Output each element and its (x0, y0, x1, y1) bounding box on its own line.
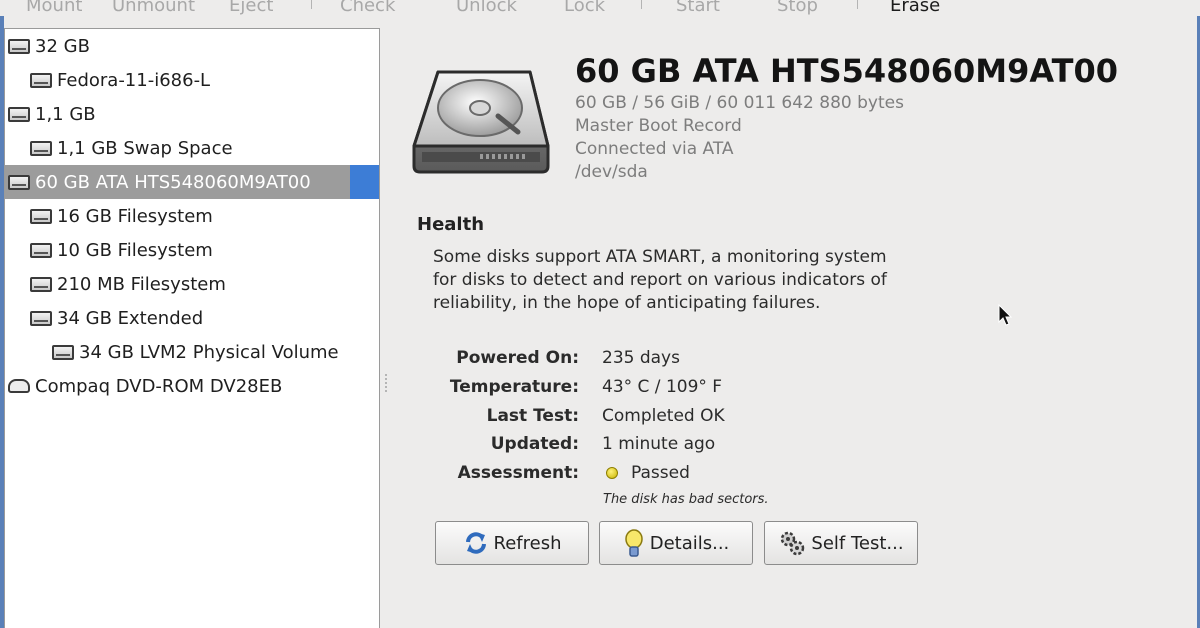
tree-item-34gb-extended[interactable]: 34 GB Extended (5, 301, 379, 335)
powered-on-label: Powered On: (456, 348, 579, 368)
tree-item-210mb-filesystem[interactable]: 210 MB Filesystem (5, 267, 379, 301)
health-heading: Health (417, 214, 485, 235)
refresh-button-label: Refresh (493, 532, 562, 554)
disk-connection: Connected via ATA (575, 139, 734, 159)
hard-disk-icon (412, 70, 550, 174)
tree-item-10gb-filesystem[interactable]: 10 GB Filesystem (5, 233, 379, 267)
optical-drive-icon (8, 379, 30, 393)
disk-partitioning: Master Boot Record (575, 116, 742, 136)
last-test-value: Completed OK (602, 406, 725, 426)
tree-item-16gb-filesystem[interactable]: 16 GB Filesystem (5, 199, 379, 233)
drive-icon (30, 140, 52, 156)
tree-item-32gb[interactable]: 32 GB (5, 29, 379, 63)
tree-item-label: 32 GB (35, 35, 90, 57)
tree-item-label: Compaq DVD-ROM DV28EB (35, 375, 283, 397)
tree-item-1-1gb[interactable]: 1,1 GB (5, 97, 379, 131)
assessment-value: Passed (631, 463, 690, 483)
eject-button[interactable]: Eject (229, 0, 273, 16)
mouse-pointer-icon (998, 304, 1013, 326)
toolbar-separator (857, 0, 858, 9)
smart-details-icon (623, 528, 645, 558)
tree-item-lvm2-volume[interactable]: 34 GB LVM2 Physical Volume (5, 335, 379, 369)
tree-item-label: 16 GB Filesystem (57, 205, 213, 227)
tree-item-label: 34 GB LVM2 Physical Volume (79, 341, 339, 363)
check-button[interactable]: Check (340, 0, 395, 16)
tree-item-label: 34 GB Extended (57, 307, 204, 329)
stop-button[interactable]: Stop (777, 0, 818, 16)
tree-item-label: 1,1 GB (35, 103, 96, 125)
storage-device-tree[interactable]: 32 GB Fedora-11-i686-L 1,1 GB 1,1 GB Swa… (4, 28, 380, 628)
gears-icon (778, 529, 806, 557)
updated-label: Updated: (490, 434, 579, 454)
unmount-button[interactable]: Unmount (112, 0, 195, 16)
temperature-label: Temperature: (449, 377, 579, 397)
temperature-value: 43° C / 109° F (602, 377, 723, 397)
refresh-icon (463, 531, 489, 555)
details-button[interactable]: Details... (599, 521, 753, 565)
assessment-label: Assessment: (457, 463, 579, 483)
drive-icon (8, 38, 30, 54)
health-description: Some disks support ATA SMART, a monitori… (433, 247, 887, 313)
drive-icon (30, 72, 52, 88)
tree-item-60gb-ata-disk[interactable]: 60 GB ATA HTS548060M9AT00 (5, 165, 350, 199)
tree-item-swap-space[interactable]: 1,1 GB Swap Space (5, 131, 379, 165)
disk-title: 60 GB ATA HTS548060M9AT00 (575, 52, 1118, 90)
tree-item-label: 210 MB Filesystem (57, 273, 226, 295)
toolbar-separator (311, 0, 312, 9)
unlock-button[interactable]: Unlock (456, 0, 517, 16)
tree-item-dvd-rom[interactable]: Compaq DVD-ROM DV28EB (5, 369, 379, 403)
lock-button[interactable]: Lock (564, 0, 605, 16)
pane-splitter-handle[interactable] (384, 372, 388, 394)
self-test-button[interactable]: Self Test... (764, 521, 918, 565)
powered-on-value: 235 days (602, 348, 680, 368)
details-button-label: Details... (649, 532, 730, 554)
self-test-button-label: Self Test... (811, 532, 904, 554)
tree-item-label: Fedora-11-i686-L (57, 69, 211, 91)
updated-value: 1 minute ago (602, 434, 716, 454)
drive-icon (8, 106, 30, 122)
tree-item-label: 10 GB Filesystem (57, 239, 213, 261)
drive-icon (30, 242, 52, 258)
disk-size: 60 GB / 56 GiB / 60 011 642 880 bytes (575, 93, 904, 113)
assessment-note: The disk has bad sectors. (603, 492, 769, 507)
toolbar: Mount Unmount Eject Check Unlock Lock St… (0, 0, 1200, 16)
status-indicator-icon (606, 467, 618, 479)
drive-icon (30, 310, 52, 326)
refresh-button[interactable]: Refresh (435, 521, 589, 565)
start-button[interactable]: Start (676, 0, 720, 16)
mount-button[interactable]: Mount (26, 0, 82, 16)
last-test-label: Last Test: (486, 406, 579, 426)
toolbar-separator (641, 0, 642, 9)
selection-highlight (350, 165, 379, 199)
disk-device-path: /dev/sda (575, 162, 648, 182)
tree-item-fedora[interactable]: Fedora-11-i686-L (5, 63, 379, 97)
erase-button[interactable]: Erase (890, 0, 940, 16)
drive-icon (30, 276, 52, 292)
drive-icon (8, 174, 30, 190)
tree-item-label: 1,1 GB Swap Space (57, 137, 233, 159)
drive-icon (30, 208, 52, 224)
drive-icon (52, 344, 74, 360)
tree-item-label: 60 GB ATA HTS548060M9AT00 (35, 171, 311, 193)
